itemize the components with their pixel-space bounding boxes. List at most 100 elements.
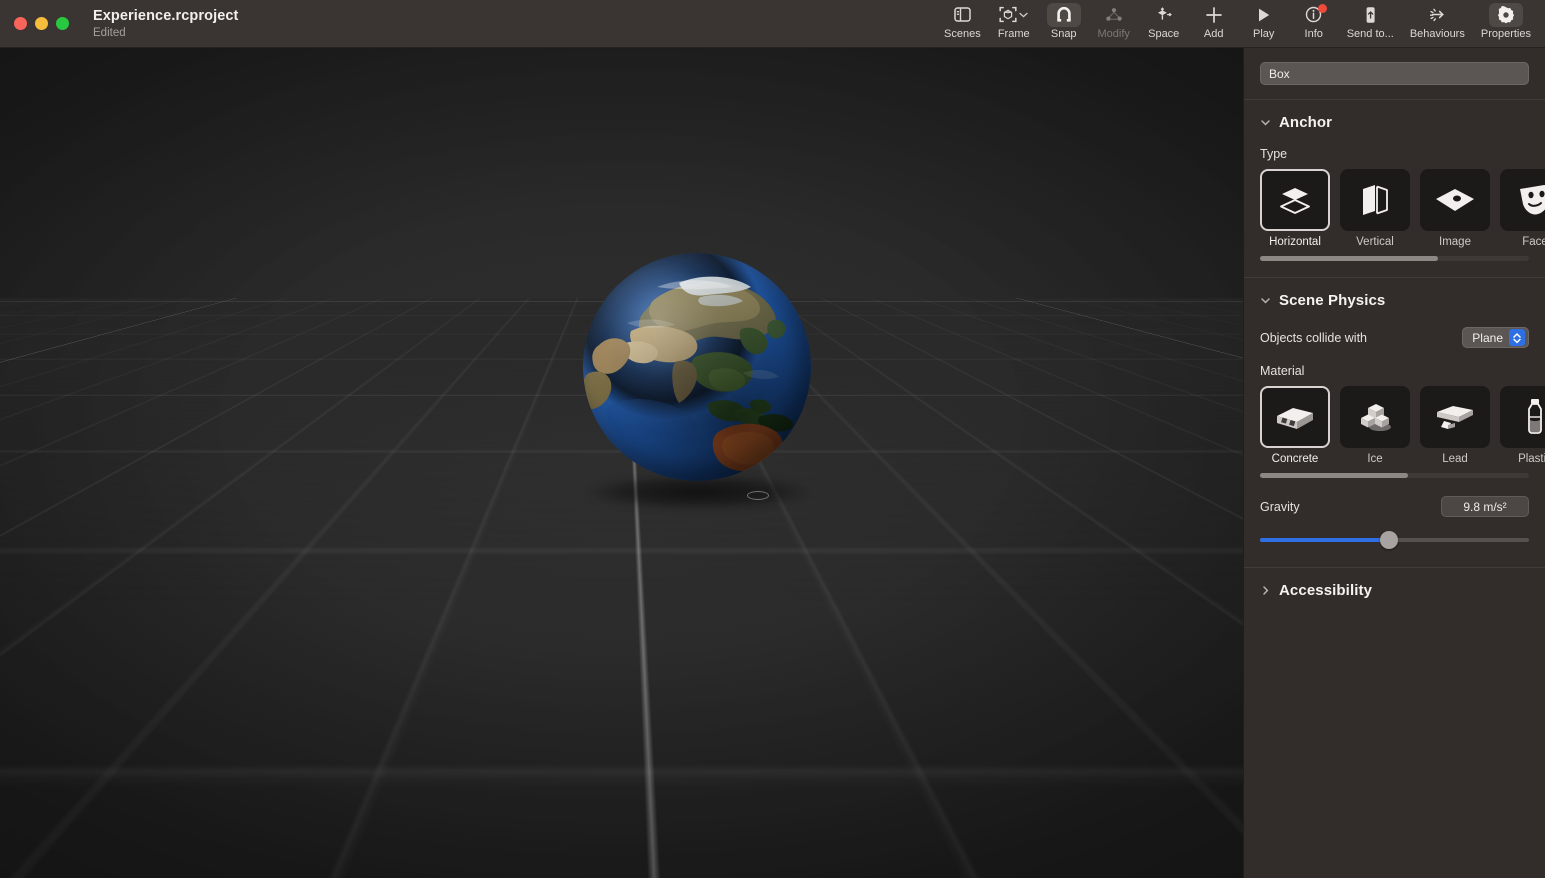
info-notification-badge <box>1317 3 1327 13</box>
sidebar-panel-icon <box>945 3 979 27</box>
concrete-block-icon <box>1260 386 1330 448</box>
behaviours-icon <box>1420 3 1454 27</box>
magnet-icon <box>1046 2 1081 27</box>
material-concrete-label: Concrete <box>1271 453 1319 465</box>
workspace: Box Anchor Type Horizontal Vertical Imag… <box>0 48 1545 878</box>
toolbar-label-send-to: Send to... <box>1346 27 1394 40</box>
chevron-down-icon[interactable] <box>1260 117 1271 128</box>
document-title-block: Experience.rcproject Edited <box>93 8 238 40</box>
gravity-slider-fill <box>1260 538 1390 542</box>
plus-icon <box>1197 3 1231 27</box>
chevron-down-icon[interactable] <box>1019 12 1028 18</box>
gravity-row: Gravity 9.8 m/s² <box>1244 496 1545 517</box>
ground-marker-ring <box>747 491 769 500</box>
chevron-right-icon[interactable] <box>1260 585 1271 596</box>
objects-collide-with-value: Plane <box>1472 330 1503 345</box>
material-options[interactable]: Concrete Ice Lead Plast <box>1244 386 1545 465</box>
toolbar-label-behaviours: Behaviours <box>1409 27 1465 40</box>
anchor-type-horizontal-label: Horizontal <box>1269 236 1321 248</box>
face-mask-icon <box>1500 169 1545 231</box>
horizontal-plane-icon <box>1260 169 1330 231</box>
section-title-scene-physics: Scene Physics <box>1279 292 1386 309</box>
earth-globe <box>583 253 811 481</box>
toolbar-item-info[interactable]: Info <box>1289 0 1339 40</box>
title-bar: Experience.rcproject Edited Scenes Frame… <box>0 0 1545 48</box>
toolbar-label-info: Info <box>1304 27 1323 40</box>
document-title: Experience.rcproject <box>93 7 239 24</box>
toolbar-item-space[interactable]: Space <box>1139 0 1189 40</box>
toolbar-item-scenes[interactable]: Scenes <box>936 0 989 40</box>
zoom-button[interactable] <box>56 17 69 30</box>
section-header-accessibility[interactable]: Accessibility <box>1244 568 1545 599</box>
anchor-type-image[interactable]: Image <box>1420 169 1490 248</box>
toolbar-label-frame: Frame <box>997 27 1030 40</box>
anchor-type-label: Type <box>1260 147 1288 161</box>
window-controls <box>0 17 69 30</box>
material-scrollbar-thumb[interactable] <box>1260 473 1408 478</box>
material-label: Material <box>1260 364 1305 378</box>
toolbar-item-snap[interactable]: Snap <box>1039 0 1089 40</box>
toolbar-item-play[interactable]: Play <box>1239 0 1289 40</box>
toolbar-label-properties: Properties <box>1480 27 1531 40</box>
gravity-value: 9.8 m/s² <box>1463 499 1507 514</box>
document-edit-status: Edited <box>93 26 126 39</box>
anchor-type-vertical[interactable]: Vertical <box>1340 169 1410 248</box>
section-title-anchor: Anchor <box>1279 114 1333 131</box>
material-lead-label: Lead <box>1442 453 1468 465</box>
toolbar-label-space: Space <box>1148 27 1180 40</box>
earth-globe-object[interactable] <box>583 253 815 513</box>
toolbar-label-modify: Modify <box>1097 27 1130 40</box>
scene-viewport[interactable] <box>0 48 1244 878</box>
anchor-type-face-label: Face <box>1522 236 1545 248</box>
toolbar-item-behaviours[interactable]: Behaviours <box>1402 0 1473 40</box>
gravity-label: Gravity <box>1260 499 1300 514</box>
toolbar-label-snap: Snap <box>1050 27 1077 40</box>
anchor-type-face[interactable]: Face <box>1500 169 1545 248</box>
plastic-bottle-icon <box>1500 386 1545 448</box>
chevron-up-down-icon[interactable] <box>1509 329 1525 346</box>
anchor-type-scrollbar-thumb[interactable] <box>1260 256 1438 261</box>
space-axis-icon <box>1147 3 1181 27</box>
toolbar-item-frame[interactable]: Frame <box>989 0 1039 40</box>
main-toolbar: Scenes Frame Snap Modify Space Add Play … <box>936 0 1545 48</box>
toolbar-label-scenes: Scenes <box>944 27 981 40</box>
gravity-value-field[interactable]: 9.8 m/s² <box>1441 496 1529 517</box>
section-title-accessibility: Accessibility <box>1279 582 1373 599</box>
gravity-slider-thumb[interactable] <box>1380 531 1399 549</box>
objects-collide-with-select[interactable]: Plane <box>1462 327 1529 348</box>
toolbar-item-send-to[interactable]: Send to... <box>1339 0 1402 40</box>
section-header-scene-physics[interactable]: Scene Physics <box>1244 278 1545 309</box>
material-scrollbar[interactable] <box>1260 473 1529 478</box>
anchor-type-image-label: Image <box>1439 236 1471 248</box>
material-ice-label: Ice <box>1367 453 1383 465</box>
toolbar-item-modify[interactable]: Modify <box>1089 0 1139 40</box>
material-plastic-label: Plastic <box>1518 453 1545 465</box>
reality-composer-window: Experience.rcproject Edited Scenes Frame… <box>0 0 1545 878</box>
modify-icon <box>1097 3 1131 27</box>
gear-icon <box>1488 2 1523 27</box>
object-name-field[interactable]: Box <box>1260 62 1529 85</box>
anchor-type-scrollbar[interactable] <box>1260 256 1529 261</box>
object-name-value: Box <box>1269 66 1290 81</box>
toolbar-item-add[interactable]: Add <box>1189 0 1239 40</box>
anchor-type-options[interactable]: Horizontal Vertical Image Face <box>1244 169 1545 248</box>
close-button[interactable] <box>14 17 27 30</box>
material-plastic[interactable]: Plastic <box>1500 386 1545 465</box>
section-header-anchor[interactable]: Anchor <box>1244 100 1545 131</box>
material-concrete[interactable]: Concrete <box>1260 386 1330 465</box>
minimize-button[interactable] <box>35 17 48 30</box>
anvil-icon <box>1420 386 1490 448</box>
chevron-down-icon[interactable] <box>1260 295 1271 306</box>
toolbar-item-properties[interactable]: Properties <box>1473 0 1539 40</box>
play-icon <box>1247 3 1281 27</box>
send-to-device-icon <box>1353 3 1387 27</box>
material-lead[interactable]: Lead <box>1420 386 1490 465</box>
gravity-slider[interactable] <box>1244 531 1545 549</box>
toolbar-label-add: Add <box>1203 27 1224 40</box>
objects-collide-with-label: Objects collide with <box>1260 330 1367 345</box>
frame-object-icon <box>997 3 1031 27</box>
anchor-type-horizontal[interactable]: Horizontal <box>1260 169 1330 248</box>
vertical-plane-icon <box>1340 169 1410 231</box>
material-ice[interactable]: Ice <box>1340 386 1410 465</box>
image-anchor-icon <box>1420 169 1490 231</box>
